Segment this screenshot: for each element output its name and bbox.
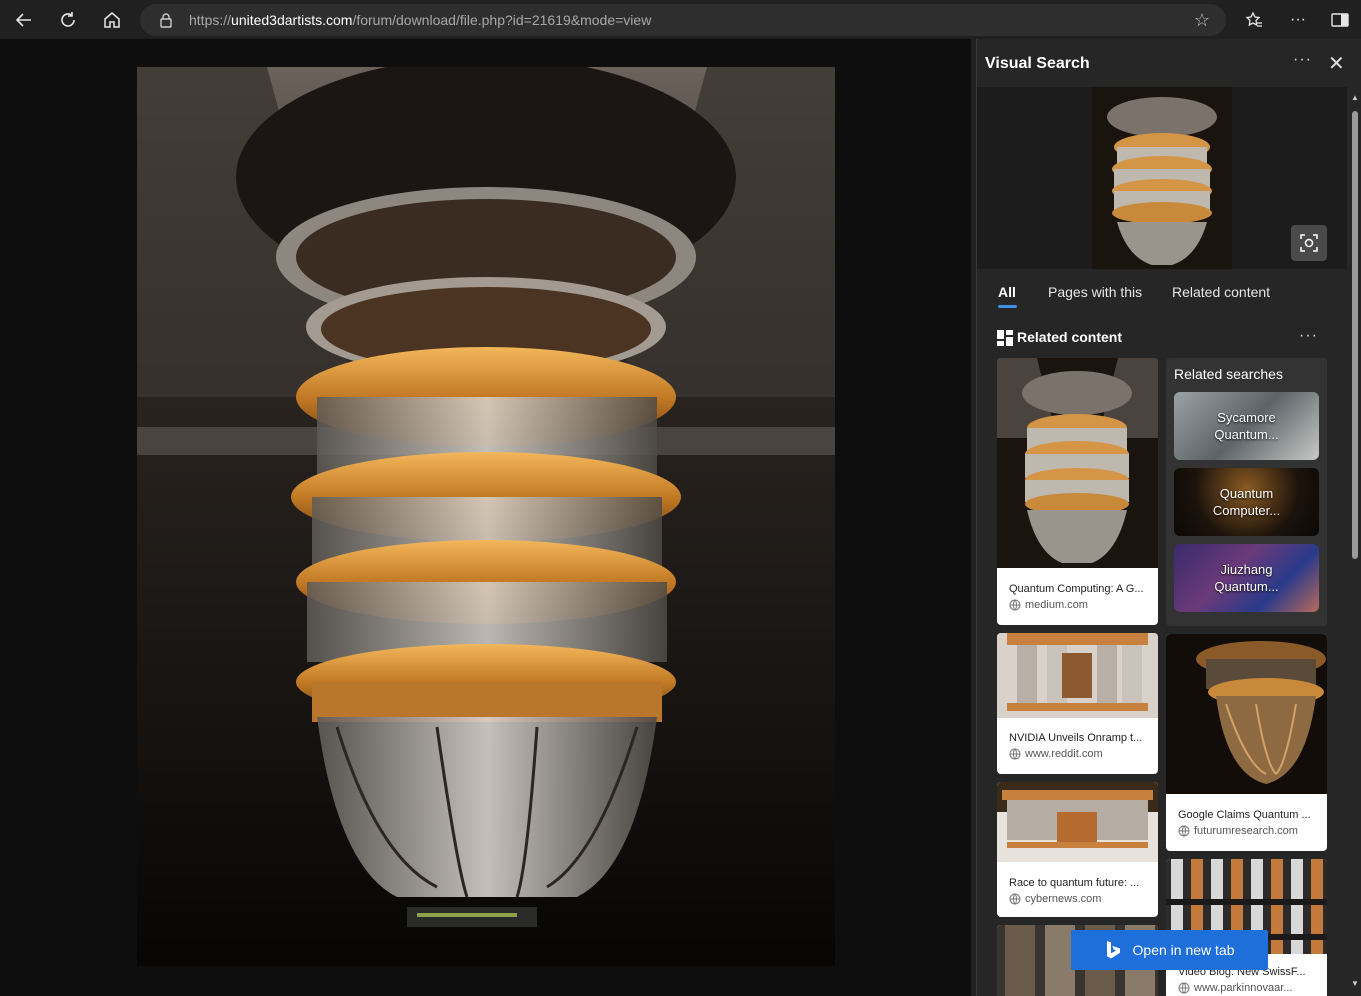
globe-icon <box>1178 982 1190 994</box>
result-card[interactable]: Quantum Computing: A G... medium.com <box>997 358 1158 625</box>
result-tabs: All Pages with this Related content <box>977 279 1347 311</box>
section-more-icon[interactable]: ··· <box>1299 327 1318 345</box>
section-title: Related content <box>1017 329 1123 345</box>
related-searches-box: Related searches Sycamore Quantum... Qua… <box>1166 358 1327 626</box>
source-domain: futurumresearch.com <box>1194 825 1298 837</box>
related-search-label: Jiuzhang Quantum... <box>1214 562 1279 594</box>
result-card[interactable]: Race to quantum future: ... cybernews.co… <box>997 782 1158 917</box>
address-bar[interactable]: https://united3dartists.com/forum/downlo… <box>140 4 1226 36</box>
sidebar-toggle-icon[interactable] <box>1326 6 1354 34</box>
tab-all[interactable]: All <box>998 284 1016 300</box>
panel-more-icon[interactable]: ··· <box>1293 51 1312 69</box>
active-tab-indicator <box>998 305 1017 308</box>
bing-icon <box>1106 941 1120 959</box>
lens-icon <box>1300 234 1318 252</box>
globe-icon <box>1009 599 1021 611</box>
globe-icon <box>1009 748 1021 760</box>
quantum-computer-image <box>137 67 835 966</box>
preview-thumbnail <box>1092 87 1232 269</box>
result-source: medium.com <box>1009 599 1088 611</box>
source-domain: cybernews.com <box>1025 893 1102 905</box>
image-viewer <box>0 39 971 996</box>
related-search-item[interactable]: Quantum Computer... <box>1174 468 1319 536</box>
grid-icon <box>997 330 1013 346</box>
visual-search-lens-button[interactable] <box>1291 225 1327 261</box>
related-search-label: Sycamore Quantum... <box>1214 410 1279 442</box>
panel-scrollbar[interactable]: ▲ ▼ <box>1348 87 1361 996</box>
panel-header: Visual Search ··· ✕ <box>977 39 1361 87</box>
scroll-down-icon[interactable]: ▼ <box>1351 979 1359 988</box>
refresh-icon[interactable] <box>54 6 82 34</box>
source-domain: www.parkinnovaar... <box>1194 982 1293 994</box>
related-search-item[interactable]: Jiuzhang Quantum... <box>1174 544 1319 612</box>
result-thumbnail <box>1166 634 1327 794</box>
source-domain: www.reddit.com <box>1025 748 1103 760</box>
scroll-thumb[interactable] <box>1352 111 1358 559</box>
globe-icon <box>1009 893 1021 905</box>
url-text: https://united3dartists.com/forum/downlo… <box>189 12 652 28</box>
back-icon[interactable] <box>10 6 38 34</box>
related-searches-title: Related searches <box>1174 366 1283 382</box>
result-source: www.reddit.com <box>1009 748 1103 760</box>
lock-icon <box>160 13 172 28</box>
tab-pages-with-this[interactable]: Pages with this <box>1048 284 1142 300</box>
preview-area <box>977 87 1347 269</box>
result-source: www.parkinnovaar... <box>1178 982 1292 994</box>
more-options-icon[interactable]: ··· <box>1284 6 1312 34</box>
favorite-star-icon[interactable]: ☆ <box>1192 10 1212 30</box>
close-icon[interactable]: ✕ <box>1328 51 1345 76</box>
result-card[interactable]: Video Blog: New SwissF... www.parkinnova… <box>1166 859 1327 996</box>
panel-title: Visual Search <box>985 55 1090 72</box>
result-card[interactable]: NVIDIA Unveils Onramp t... www.reddit.co… <box>997 633 1158 774</box>
open-button-label: Open in new tab <box>1132 942 1235 958</box>
visual-search-panel: Visual Search ··· ✕ All Pages with this <box>976 39 1361 996</box>
result-thumbnail <box>997 782 1158 862</box>
result-thumbnail <box>997 633 1158 718</box>
scroll-up-icon[interactable]: ▲ <box>1351 93 1359 102</box>
open-in-new-tab-button[interactable]: Open in new tab <box>1071 930 1268 970</box>
result-caption: Quantum Computing: A G... <box>1009 583 1144 595</box>
source-domain: medium.com <box>1025 599 1088 611</box>
result-caption: NVIDIA Unveils Onramp t... <box>1009 732 1143 744</box>
favorites-icon[interactable] <box>1240 6 1268 34</box>
result-thumbnail <box>997 358 1158 568</box>
related-search-label: Quantum Computer... <box>1212 486 1281 518</box>
result-card[interactable]: Google Claims Quantum ... futurumresearc… <box>1166 634 1327 851</box>
tab-related-content[interactable]: Related content <box>1172 284 1270 300</box>
result-source: futurumresearch.com <box>1178 825 1298 837</box>
result-source: cybernews.com <box>1009 893 1101 905</box>
result-caption: Google Claims Quantum ... <box>1178 809 1311 821</box>
browser-toolbar: https://united3dartists.com/forum/downlo… <box>0 0 1361 39</box>
home-icon[interactable] <box>98 6 126 34</box>
globe-icon <box>1178 825 1190 837</box>
result-caption: Race to quantum future: ... <box>1009 877 1140 889</box>
related-search-item[interactable]: Sycamore Quantum... <box>1174 392 1319 460</box>
